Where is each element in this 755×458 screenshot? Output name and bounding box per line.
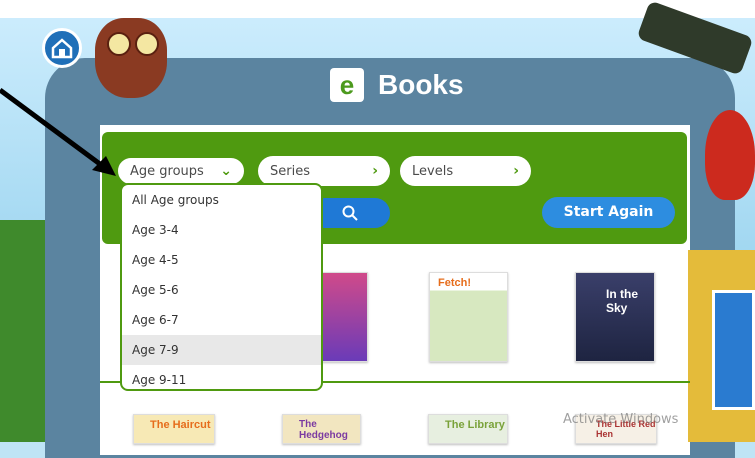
annotation-arrow xyxy=(0,87,116,176)
windows-watermark: Activate Windows xyxy=(563,412,679,427)
